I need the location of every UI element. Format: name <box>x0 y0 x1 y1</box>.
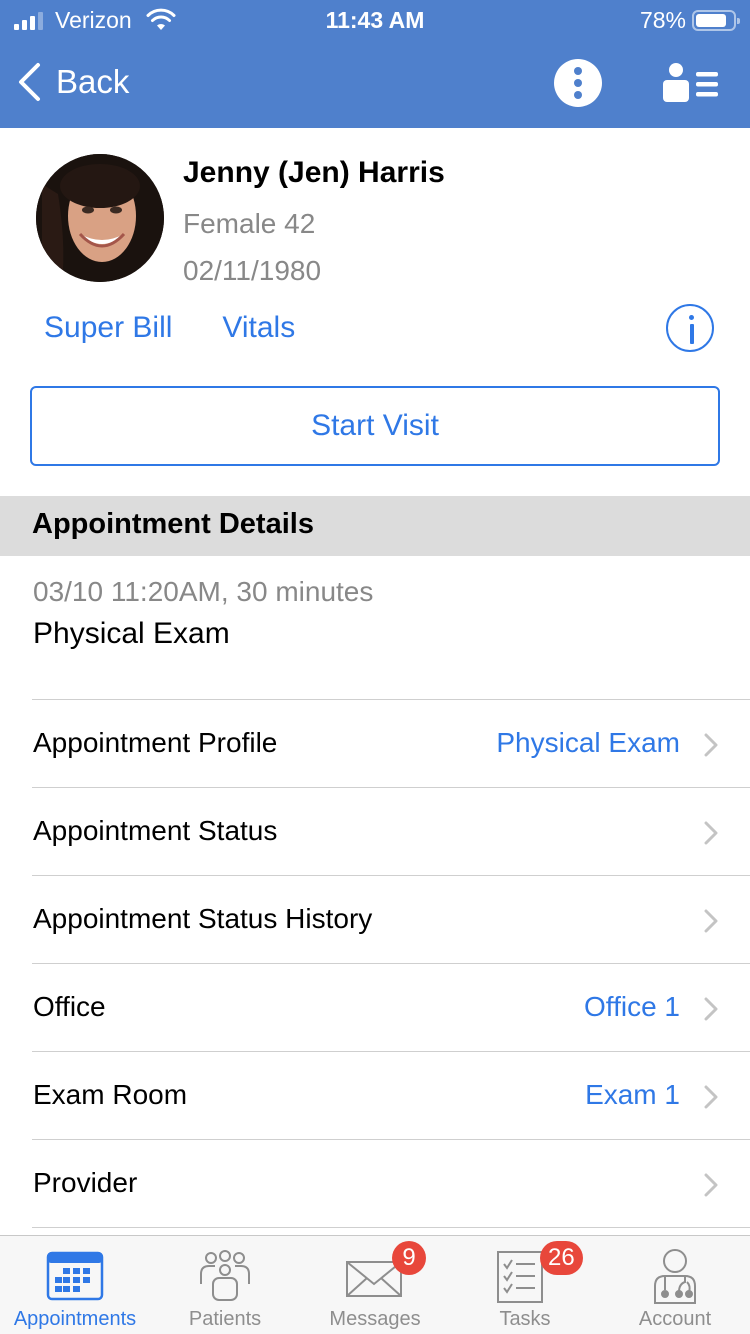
tab-patients[interactable]: Patients <box>150 1236 300 1334</box>
row-exam-room[interactable]: Exam Room Exam 1 <box>32 1051 750 1139</box>
row-appointment-status-history[interactable]: Appointment Status History <box>32 875 750 963</box>
tab-messages[interactable]: 9 Messages <box>300 1236 450 1334</box>
tab-tasks[interactable]: 26 Tasks <box>450 1236 600 1334</box>
appointment-time: 03/10 11:20AM, 30 minutes <box>33 576 374 607</box>
back-button[interactable]: Back <box>16 62 129 102</box>
row-value: Office 1 <box>584 991 680 1022</box>
chevron-right-icon <box>704 997 718 1021</box>
row-label: Appointment Status <box>33 815 278 846</box>
row-value: Physical Exam <box>496 727 680 758</box>
row-appointment-status[interactable]: Appointment Status <box>32 787 750 875</box>
row-label: Office <box>33 991 106 1022</box>
back-label: Back <box>56 63 130 100</box>
status-bar: Verizon 11:43 AM 78% <box>0 0 750 42</box>
patient-links: Super Bill Vitals <box>44 311 295 345</box>
appointment-details-header: Appointment Details <box>0 496 750 556</box>
appointment-detail-screen: Verizon 11:43 AM 78% Back Jenny (Jen) Ha… <box>0 0 750 1334</box>
calendar-icon <box>46 1251 104 1301</box>
tab-label: Tasks <box>499 1308 551 1330</box>
tab-label: Appointments <box>13 1308 137 1330</box>
tab-label: Messages <box>329 1308 421 1330</box>
row-provider[interactable]: Provider <box>32 1139 750 1227</box>
person-list-icon[interactable] <box>660 62 720 104</box>
list-divider <box>32 1227 750 1229</box>
info-icon[interactable] <box>666 304 714 352</box>
tab-bar: Appointments Patients 9 Messages 26 Task… <box>0 1235 750 1334</box>
tab-label: Account <box>638 1308 712 1330</box>
chevron-right-icon <box>704 1085 718 1109</box>
row-label: Appointment Profile <box>33 727 278 758</box>
row-office[interactable]: Office Office 1 <box>32 963 750 1051</box>
start-visit-button[interactable]: Start Visit <box>30 386 720 466</box>
chevron-left-icon <box>19 63 40 101</box>
row-value: Exam 1 <box>585 1079 680 1110</box>
navigation-bar: Back <box>0 42 750 128</box>
super-bill-link[interactable]: Super Bill <box>44 311 172 345</box>
more-options-button[interactable] <box>554 59 602 107</box>
tasks-badge: 26 <box>540 1241 583 1275</box>
chevron-right-icon <box>704 733 718 757</box>
vitals-link[interactable]: Vitals <box>222 311 295 345</box>
messages-badge: 9 <box>392 1241 426 1275</box>
clock: 11:43 AM <box>325 7 425 33</box>
tab-appointments[interactable]: Appointments <box>0 1236 150 1334</box>
chevron-right-icon <box>704 821 718 845</box>
battery-icon <box>692 10 740 31</box>
row-label: Exam Room <box>33 1079 188 1110</box>
chevron-right-icon <box>704 1173 718 1197</box>
section-title: Appointment Details <box>32 508 314 540</box>
appointment-summary: 03/10 11:20AM, 30 minutes Physical Exam <box>0 556 750 700</box>
patient-name: Jenny (Jen) Harris <box>183 156 445 189</box>
tab-label: Patients <box>188 1308 262 1330</box>
top-bar: Verizon 11:43 AM 78% Back <box>0 0 750 128</box>
row-label: Provider <box>33 1167 138 1198</box>
row-label: Appointment Status History <box>33 903 373 934</box>
patient-sex-age: Female 42 <box>183 208 316 239</box>
row-appointment-profile[interactable]: Appointment Profile Physical Exam <box>32 699 750 787</box>
tab-account[interactable]: Account <box>600 1236 750 1334</box>
patient-header: Jenny (Jen) Harris Female 42 02/11/1980 … <box>0 128 750 496</box>
patients-group-icon <box>200 1250 250 1301</box>
appointment-type: Physical Exam <box>33 617 230 650</box>
patient-dob: 02/11/1980 <box>183 255 322 286</box>
battery-percent: 78% <box>639 7 686 33</box>
vertical-ellipsis-icon <box>574 67 582 75</box>
appointment-detail-list: Appointment Profile Physical Exam Appoin… <box>0 699 750 1229</box>
doctor-icon <box>654 1249 696 1304</box>
patient-avatar <box>36 154 164 282</box>
chevron-right-icon <box>704 909 718 933</box>
